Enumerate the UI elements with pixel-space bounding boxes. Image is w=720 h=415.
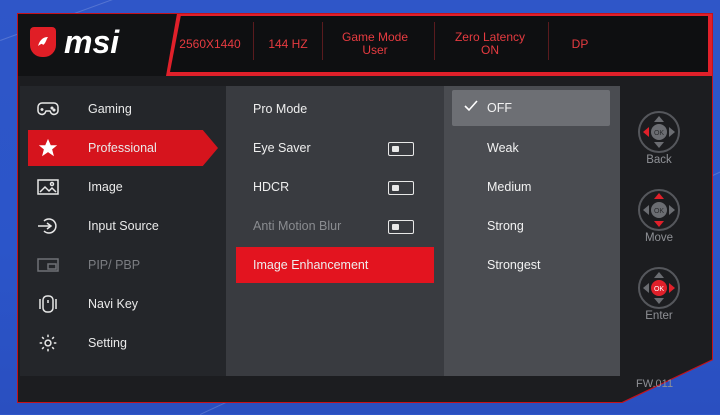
control-enter: OK Enter [634,266,684,322]
nav-item-label: PIP/ PBP [88,258,141,272]
dragon-shield-icon [30,27,56,57]
option-medium[interactable]: Medium [452,169,610,205]
submenu-item-image-enhancement[interactable]: Image Enhancement [236,247,434,283]
option-label: OFF [487,101,512,115]
nav-item-label: Navi Key [88,297,139,311]
eye-saver-toggle[interactable] [388,142,414,156]
nav-item-professional[interactable]: Professional [28,130,218,166]
status-game-mode-value: User [362,43,388,57]
status-bar-inner [170,16,708,72]
status-zero-latency: Zero Latency ON [440,16,540,72]
navi-key-icon [28,293,68,315]
nav-item-pip-pbp: PIP/ PBP [28,247,208,283]
joystick-center-label: OK [654,286,664,293]
joystick-enter-icon: OK [637,266,681,310]
status-divider [548,22,549,60]
firmware-version: FW.011 [636,378,674,390]
anti-motion-blur-toggle [388,220,414,234]
nav-item-label: Setting [88,336,127,350]
nav-item-label: Image [88,180,123,194]
msi-logo: msi [30,22,170,62]
pip-icon [28,257,68,273]
nav-item-setting[interactable]: Setting [28,325,208,361]
joystick-center-label: OK [654,208,664,215]
status-game-mode: Game Mode User [330,16,420,72]
option-strong[interactable]: Strong [452,208,610,244]
control-move: OK Move [634,188,684,244]
control-back-label: Back [646,154,672,166]
status-divider [253,22,254,60]
star-icon [28,137,68,159]
nav-item-image[interactable]: Image [28,169,208,205]
status-resolution-value: 2560X1440 [179,36,241,51]
submenu-item-label: Eye Saver [253,141,311,155]
nav-item-gaming[interactable]: Gaming [28,91,208,127]
status-refresh: 144 HZ [258,16,318,72]
status-divider [434,22,435,60]
option-off[interactable]: OFF [452,90,610,126]
submenu-item-label: Pro Mode [253,102,308,116]
control-move-label: Move [644,232,674,244]
status-input-value: DP [571,36,589,51]
joystick-back-icon: OK [637,110,681,154]
gamepad-icon [28,101,68,117]
joystick-move-icon: OK [637,188,681,232]
status-refresh-value: 144 HZ [268,36,308,51]
status-input: DP [556,16,604,72]
option-label: Weak [487,141,519,155]
nav-item-input-source[interactable]: Input Source [28,208,208,244]
nav-item-label: Professional [88,141,157,155]
nav-item-label: Input Source [88,219,159,233]
joystick-center-label: OK [654,130,664,137]
option-label: Medium [487,180,532,194]
control-enter-label: Enter [645,310,673,322]
submenu-item-pro-mode[interactable]: Pro Mode [236,91,434,127]
status-divider [322,22,323,60]
brand-name: msi [64,23,120,60]
checkmark-icon [464,100,478,112]
nav-item-label: Gaming [88,102,132,116]
status-zero-latency-value: ON [481,43,499,57]
control-back: OK Back [634,110,684,166]
status-resolution: 2560X1440 [172,16,248,72]
gear-icon [28,333,68,353]
nav-item-navi-key[interactable]: Navi Key [28,286,208,322]
image-icon [28,179,68,195]
option-label: Strong [487,219,524,233]
input-source-icon [28,218,68,234]
submenu-item-label: HDCR [253,180,290,194]
submenu-item-label: Anti Motion Blur [253,219,342,233]
hdcr-toggle[interactable] [388,181,414,195]
submenu-item-label: Image Enhancement [253,258,369,272]
option-label: Strongest [487,258,541,272]
option-strongest[interactable]: Strongest [452,247,610,283]
option-weak[interactable]: Weak [452,130,610,166]
